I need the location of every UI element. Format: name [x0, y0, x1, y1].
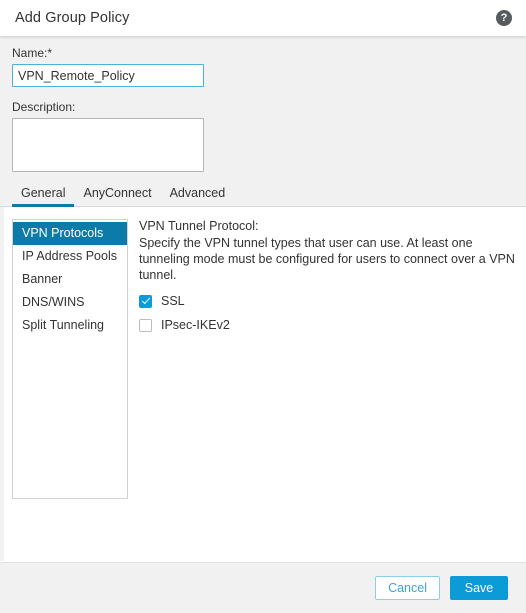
checkbox-ssl-label: SSL	[161, 294, 185, 308]
dialog-header: Add Group Policy ?	[0, 0, 526, 36]
settings-nav-panel: VPN Protocols IP Address Pools Banner DN…	[12, 219, 128, 499]
checkbox-row-ssl[interactable]: SSL	[139, 294, 516, 308]
vpn-protocols-detail-panel: VPN Tunnel Protocol: Specify the VPN tun…	[128, 219, 526, 561]
name-input-wrap	[12, 64, 204, 87]
help-circle-icon[interactable]: ?	[496, 10, 512, 26]
cancel-button[interactable]: Cancel	[375, 576, 440, 600]
detail-description: Specify the VPN tunnel types that user c…	[139, 236, 515, 282]
checkbox-ipsec-ikev2[interactable]	[139, 318, 152, 332]
description-field-block: Description:	[0, 100, 526, 177]
tab-anyconnect[interactable]: AnyConnect	[74, 186, 160, 206]
sidebar-item-vpn-protocols[interactable]: VPN Protocols	[13, 222, 127, 245]
sidebar-item-ip-address-pools[interactable]: IP Address Pools	[13, 245, 127, 268]
tab-content-general: VPN Protocols IP Address Pools Banner DN…	[4, 207, 526, 561]
tab-advanced[interactable]: Advanced	[161, 186, 235, 206]
description-label: Description:	[12, 100, 76, 114]
name-field-block: Name:*	[0, 46, 526, 87]
tab-bar: General AnyConnect Advanced	[0, 186, 526, 207]
name-label: Name:*	[12, 46, 53, 60]
checkbox-ipsec-ikev2-label: IPsec-IKEv2	[161, 318, 230, 332]
checkbox-ssl[interactable]	[139, 294, 152, 308]
sidebar-item-banner[interactable]: Banner	[13, 268, 127, 291]
sidebar-item-split-tunneling[interactable]: Split Tunneling	[13, 314, 127, 337]
field-spacer	[0, 87, 526, 100]
add-group-policy-dialog: Add Group Policy ? Name:* Description: G…	[0, 0, 526, 613]
page-title: Add Group Policy	[15, 10, 130, 26]
checkbox-row-ipsec-ikev2[interactable]: IPsec-IKEv2	[139, 318, 516, 332]
tab-general[interactable]: General	[12, 186, 75, 207]
save-button[interactable]: Save	[450, 576, 508, 600]
description-textarea[interactable]	[12, 118, 204, 172]
dialog-body: Name:* Description: General AnyConnect A…	[0, 36, 526, 562]
name-input[interactable]	[12, 64, 204, 87]
dialog-footer: Cancel Save	[0, 562, 526, 613]
sidebar-item-dns-wins[interactable]: DNS/WINS	[13, 291, 127, 314]
detail-title: VPN Tunnel Protocol:	[139, 219, 259, 233]
